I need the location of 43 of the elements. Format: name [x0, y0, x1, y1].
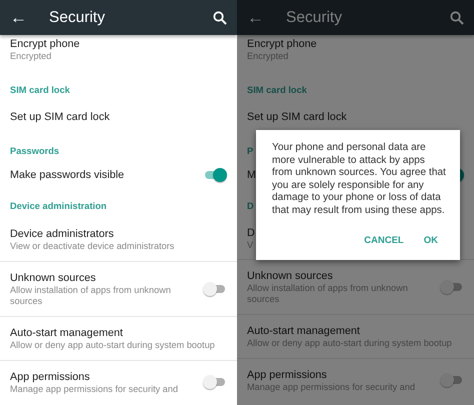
setting-summary: Allow installation of apps from unknown sources: [247, 282, 409, 305]
setting-title: Set up SIM card lock: [247, 110, 347, 124]
setting-summary: Encrypted: [247, 51, 288, 62]
toggle-switch[interactable]: [440, 280, 464, 294]
setting-summary: Allow installation of apps from unknown sources: [10, 284, 172, 307]
setting-title: App permissions: [247, 368, 327, 382]
setting-title: Encrypt phone: [10, 37, 80, 51]
setting-title: Auto-start management: [247, 324, 360, 338]
dialog-button[interactable]: CANCEL: [356, 230, 412, 252]
setting-summary: View or deactivate device administrators: [10, 240, 174, 252]
setting-summary: V: [247, 240, 254, 251]
section-header: SIM card lock: [10, 84, 70, 97]
section-header: Passwords: [10, 144, 60, 158]
setting-title: Unknown sources: [10, 270, 96, 285]
setting-title: Unknown sources: [247, 268, 333, 283]
setting-summary: Encrypted: [10, 51, 52, 62]
toggle-switch[interactable]: [203, 375, 227, 390]
setting-title: Encrypt phone: [247, 37, 317, 51]
setting-title: Device administrators: [10, 226, 114, 241]
setting-summary: Manage app permissions for security and: [10, 384, 178, 395]
back-button[interactable]: ←: [247, 9, 264, 26]
setting-title: App permissions: [10, 370, 90, 384]
dialog-message: Your phone and personal data are more vulnerable to attack by apps from unknown sources. You agree that you are solely responsible for any damage to your phone or loss of data that may result from using these apps.: [272, 142, 446, 218]
setting-summary: Allow or deny app auto-start during system bootup: [247, 338, 452, 349]
section-header: Device administration: [10, 200, 107, 213]
toggle-switch[interactable]: [440, 373, 464, 388]
screen-title: Security: [286, 8, 343, 28]
section-header: P: [247, 144, 254, 158]
toggle-switch[interactable]: [203, 282, 227, 296]
section-header: SIM card lock: [247, 84, 307, 97]
back-button[interactable]: ←: [10, 9, 27, 26]
setting-title: Auto-start management: [10, 326, 123, 340]
search-icon[interactable]: [213, 10, 227, 24]
setting-title: Make passwords visible: [10, 168, 124, 182]
setting-title: D: [247, 226, 255, 240]
toggle-switch[interactable]: [203, 168, 227, 182]
setting-summary: Manage app permissions for security and: [247, 382, 416, 393]
dialog-button[interactable]: OK: [416, 230, 446, 252]
setting-title: M: [247, 168, 256, 182]
screen-title: Security: [49, 8, 106, 28]
setting-title: Set up SIM card lock: [10, 110, 110, 124]
section-header: D: [247, 200, 254, 213]
setting-summary: Allow or deny app auto-start during system bootup: [10, 340, 215, 351]
